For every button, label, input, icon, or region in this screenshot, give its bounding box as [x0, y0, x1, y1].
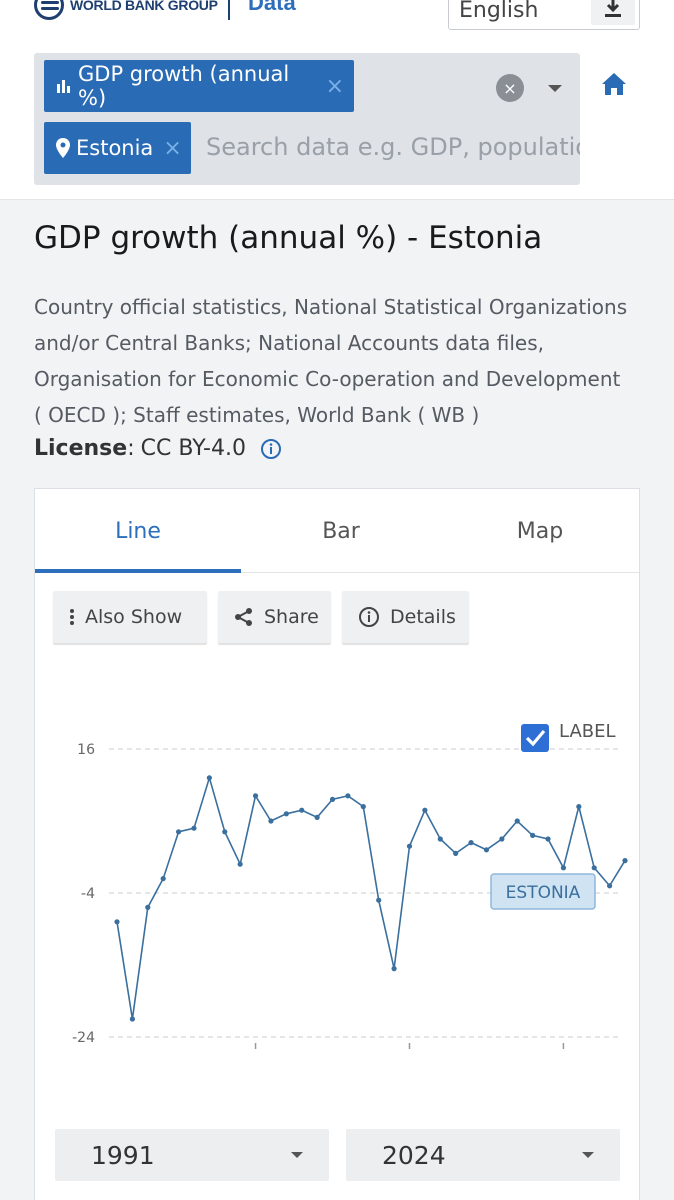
home-icon: [602, 73, 626, 95]
tab-map[interactable]: Map: [441, 489, 639, 573]
checkbox-icon[interactable]: [521, 724, 549, 752]
info-circle-icon: [358, 606, 380, 628]
y-tick-label: -4: [81, 886, 95, 902]
share-icon: [234, 607, 254, 627]
license-line: License : CC BY-4.0: [34, 436, 282, 461]
details-label: Details: [390, 606, 456, 628]
data-point[interactable]: [576, 804, 582, 810]
location-pin-icon: [56, 138, 70, 158]
data-point[interactable]: [129, 1016, 135, 1022]
data-point[interactable]: [499, 836, 505, 842]
remove-indicator-icon[interactable]: ×: [326, 74, 344, 99]
data-point[interactable]: [237, 861, 243, 867]
remove-country-icon[interactable]: ×: [163, 136, 181, 161]
bar-chart-icon: [56, 78, 72, 94]
y-tick-label: 16: [77, 742, 95, 758]
source-text: Country official statistics, National St…: [34, 295, 628, 427]
data-point[interactable]: [545, 836, 551, 842]
country-chip-label: Estonia: [76, 136, 154, 160]
data-point[interactable]: [560, 865, 567, 871]
data-point[interactable]: [283, 811, 289, 817]
data-point[interactable]: [114, 919, 120, 925]
indicator-chip[interactable]: GDP growth (annual %) ×: [44, 60, 354, 112]
top-header: WORLD BANK GROUP Data English GDP growth…: [0, 0, 674, 200]
data-point[interactable]: [268, 818, 274, 824]
more-vertical-icon: [69, 608, 75, 626]
data-point[interactable]: [160, 876, 166, 882]
info-icon[interactable]: [260, 438, 282, 460]
line-chart: 16 -4 -24 LABEL ESTONIA: [72, 721, 628, 1049]
data-point[interactable]: [530, 832, 536, 838]
chevron-down-icon[interactable]: [548, 85, 562, 92]
data-point[interactable]: [391, 966, 397, 972]
start-year-select[interactable]: 1991: [55, 1129, 329, 1181]
data-point[interactable]: [622, 858, 628, 864]
series-label-estonia: ESTONIA: [506, 883, 581, 903]
world-bank-logo[interactable]: WORLD BANK GROUP: [34, 0, 218, 20]
start-year-value: 1991: [91, 1140, 155, 1170]
label-toggle[interactable]: LABEL: [521, 721, 616, 752]
data-point[interactable]: [175, 829, 182, 835]
data-point[interactable]: [514, 818, 520, 824]
share-button[interactable]: Share: [218, 591, 331, 643]
data-point[interactable]: [191, 825, 197, 831]
search-box[interactable]: GDP growth (annual %) × Estonia × Search…: [34, 53, 580, 185]
brand-name: WORLD BANK GROUP: [70, 0, 218, 13]
globe-icon: [34, 0, 64, 20]
also-show-button[interactable]: Also Show: [53, 591, 207, 643]
end-year-select[interactable]: 2024: [346, 1129, 620, 1181]
data-point[interactable]: [314, 814, 320, 820]
search-input[interactable]: Search data e.g. GDP, population,: [206, 133, 580, 161]
download-icon: [605, 0, 621, 17]
data-point[interactable]: [406, 843, 413, 849]
brand-divider: [228, 0, 230, 20]
also-show-label: Also Show: [85, 606, 183, 628]
data-point[interactable]: [591, 865, 597, 871]
data-point[interactable]: [252, 793, 259, 799]
language-value: English: [459, 0, 539, 23]
data-point[interactable]: [360, 804, 366, 810]
chevron-down-icon: [582, 1152, 594, 1158]
data-point[interactable]: [453, 850, 459, 856]
label-toggle-text: LABEL: [559, 721, 616, 742]
data-point[interactable]: [376, 897, 382, 903]
end-year-value: 2024: [382, 1140, 446, 1170]
data-point[interactable]: [345, 793, 351, 799]
series-label-tag: ESTONIA: [490, 873, 596, 910]
brand-section[interactable]: Data: [248, 0, 296, 16]
tab-line[interactable]: Line: [35, 489, 241, 573]
indicator-chip-label: GDP growth (annual %): [78, 62, 290, 110]
page-title: GDP growth (annual %) - Estonia: [34, 220, 543, 256]
license-value: CC BY-4.0: [140, 436, 246, 461]
data-point[interactable]: [145, 904, 151, 910]
data-point[interactable]: [483, 847, 490, 853]
language-select[interactable]: English: [448, 0, 640, 30]
data-point[interactable]: [329, 796, 336, 802]
data-point[interactable]: [222, 829, 228, 835]
active-tab-indicator: [35, 569, 241, 573]
y-tick-label: -24: [72, 1030, 95, 1046]
clear-search-button[interactable]: ×: [496, 74, 524, 102]
data-point[interactable]: [437, 836, 443, 842]
license-key: License: [34, 436, 128, 461]
details-button[interactable]: Details: [342, 591, 469, 643]
home-button[interactable]: [601, 72, 627, 96]
chart-tabs: Line Bar Map: [35, 489, 639, 573]
share-label: Share: [264, 606, 319, 628]
data-point[interactable]: [206, 775, 212, 781]
tab-bar[interactable]: Bar: [241, 489, 441, 573]
license-separator: :: [127, 436, 135, 461]
data-point[interactable]: [299, 807, 305, 813]
download-button[interactable]: [591, 0, 635, 25]
country-chip[interactable]: Estonia ×: [44, 122, 191, 174]
chevron-down-icon: [291, 1152, 303, 1158]
data-point[interactable]: [607, 883, 613, 889]
chart-card: Line Bar Map Also Show Share Details 16 -…: [34, 488, 640, 1200]
data-point[interactable]: [422, 807, 428, 813]
data-point[interactable]: [468, 840, 474, 846]
